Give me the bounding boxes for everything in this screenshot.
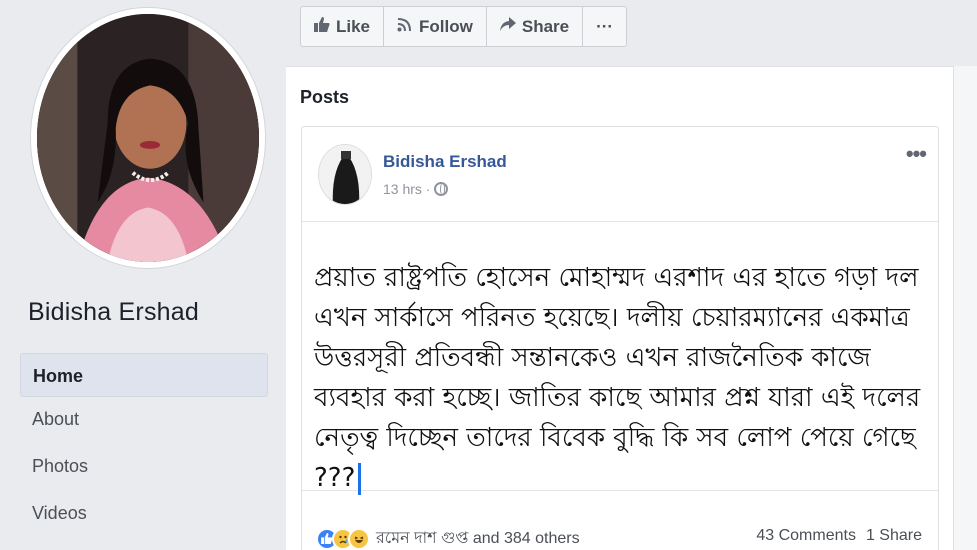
page-action-bar: Like Follow Share ··· xyxy=(300,6,628,47)
profile-photo xyxy=(37,14,259,262)
post-author-name[interactable]: Bidisha Ershad xyxy=(383,152,507,172)
more-icon: ··· xyxy=(596,16,614,36)
reactions-summary[interactable]: রমেন দাশ গুপ্ত and 384 others xyxy=(376,525,580,550)
posts-title: Posts xyxy=(300,87,350,107)
post-body: প্রয়াত রাষ্ট্রপতি হোসেন মোহাম্মদ এরশাদ … xyxy=(302,221,938,495)
post-author-avatar[interactable] xyxy=(318,144,372,205)
profile-photo-image xyxy=(37,14,259,262)
globe-icon xyxy=(434,182,449,196)
share-button[interactable]: Share xyxy=(487,7,584,46)
page-nav: Home About Photos Videos xyxy=(20,353,268,538)
profile-picture[interactable] xyxy=(30,7,266,269)
like-button[interactable]: Like xyxy=(301,7,385,46)
page-name[interactable]: Bidisha Ershad xyxy=(28,298,199,327)
post-stats: 43 Comments 1 Share xyxy=(756,527,922,545)
more-options-button[interactable]: ··· xyxy=(583,7,626,46)
text-cursor xyxy=(358,462,362,495)
follow-label: Follow xyxy=(419,16,473,36)
post-author-avatar-image xyxy=(319,145,371,204)
thumbs-up-icon xyxy=(314,17,330,36)
shares-count[interactable]: 1 Share xyxy=(866,527,922,545)
post-timestamp[interactable]: 13 hrs · xyxy=(383,181,430,197)
post-text-content: প্রয়াত রাষ্ট্রপতি হোসেন মোহাম্মদ এরশাদ … xyxy=(314,263,921,493)
post-card: Bidisha Ershad 13 hrs · ••• প্রয়াত রাষ্… xyxy=(301,126,939,550)
nav-item-home[interactable]: Home xyxy=(20,353,268,397)
comments-count[interactable]: 43 Comments xyxy=(756,527,856,545)
nav-item-videos[interactable]: Videos xyxy=(20,491,268,538)
like-label: Like xyxy=(336,16,371,36)
haha-reaction-icon xyxy=(348,527,370,550)
nav-item-about[interactable]: About xyxy=(20,397,268,444)
post-options-icon[interactable]: ••• xyxy=(906,141,927,167)
rss-icon xyxy=(397,17,413,36)
posts-section: Posts Bidisha Ershad 13 hrs · ••• প্রয়া… xyxy=(286,66,977,550)
follow-button[interactable]: Follow xyxy=(384,7,487,46)
post-meta: 13 hrs · xyxy=(383,181,449,197)
right-column-edge xyxy=(953,66,977,550)
nav-item-photos[interactable]: Photos xyxy=(20,444,268,491)
share-arrow-icon xyxy=(499,17,516,36)
page-sidebar: Bidisha Ershad Home About Photos Videos xyxy=(0,0,283,550)
share-label: Share xyxy=(521,16,570,36)
post-reactions[interactable]: রমেন দাশ গুপ্ত and 384 others xyxy=(316,525,580,550)
post-text: প্রয়াত রাষ্ট্রপতি হোসেন মোহাম্মদ এরশাদ … xyxy=(314,258,924,498)
